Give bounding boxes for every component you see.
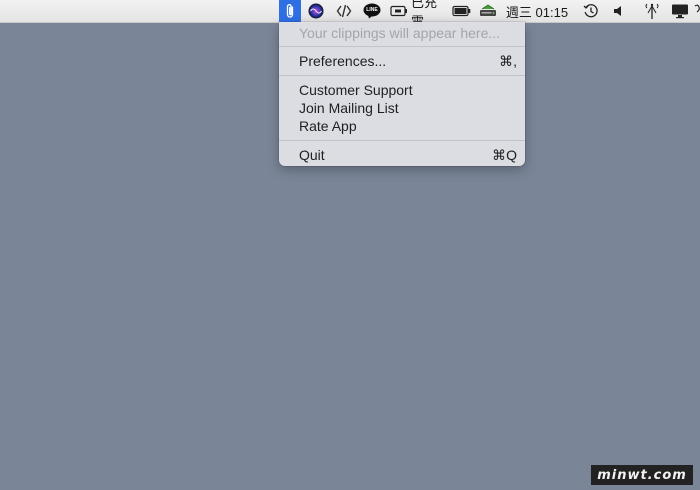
clippings-placeholder-text: Your clippings will appear here... [299, 25, 501, 41]
quit-shortcut: ⌘Q [492, 147, 517, 163]
rate-app-menu-item[interactable]: Rate App [299, 117, 517, 135]
signal-menu-extra[interactable] [642, 0, 662, 22]
join-mailing-list-menu-item[interactable]: Join Mailing List [299, 99, 517, 117]
volume-menu-extra[interactable] [609, 0, 629, 22]
battery-charging-icon [390, 5, 408, 17]
battery-icon [452, 5, 472, 17]
signal-icon [644, 2, 660, 20]
customer-support-menu-item[interactable]: Customer Support [299, 81, 517, 99]
menu-separator [279, 75, 525, 76]
line-app-icon: LINE [363, 3, 381, 19]
menu-bar: LINE 已充電 [0, 0, 700, 29]
clock-text: 週三 01:15 [505, 4, 569, 20]
paperclip-menu-extra[interactable] [279, 0, 301, 22]
battery-menu-extra[interactable] [451, 0, 473, 22]
watermark-text: minwt.com [597, 467, 687, 483]
clipboard-dropdown-menu: Your clippings will appear here... Prefe… [279, 22, 525, 166]
line-icon-label: LINE [366, 7, 378, 13]
menu-separator [279, 140, 525, 141]
join-mailing-list-label: Join Mailing List [299, 100, 399, 116]
watermark: minwt.com [591, 465, 693, 485]
dev-tool-menu-extra[interactable] [334, 0, 354, 22]
rate-app-label: Rate App [299, 118, 357, 134]
paperclip-icon [284, 3, 296, 19]
drive-icon [478, 3, 498, 19]
overflow-icon [694, 4, 700, 18]
menu-separator [279, 46, 525, 47]
preferences-label: Preferences... [299, 53, 387, 69]
siri-icon [308, 3, 324, 19]
menu-bar-clock[interactable]: 週三 01:15 [505, 0, 569, 22]
charging-status: 已充電 [411, 0, 449, 29]
drive-menu-extra[interactable] [477, 0, 499, 22]
clippings-placeholder: Your clippings will appear here... [299, 24, 517, 42]
display-menu-extra[interactable] [669, 0, 691, 22]
quit-label: Quit [299, 147, 325, 163]
preferences-shortcut: ⌘, [499, 53, 517, 69]
battery-charging-menu-extra[interactable] [388, 0, 410, 22]
siri-menu-extra[interactable] [305, 0, 327, 22]
volume-icon [613, 5, 625, 17]
line-menu-extra[interactable]: LINE [361, 0, 383, 22]
display-icon [671, 3, 689, 19]
customer-support-label: Customer Support [299, 82, 413, 98]
preferences-menu-item[interactable]: Preferences... ⌘, [299, 52, 517, 70]
menu-bar-overflow[interactable] [694, 0, 700, 22]
time-machine-menu-extra[interactable] [580, 0, 602, 22]
code-angle-icon [336, 3, 352, 19]
time-machine-icon [583, 3, 599, 19]
quit-menu-item[interactable]: Quit ⌘Q [299, 146, 517, 164]
